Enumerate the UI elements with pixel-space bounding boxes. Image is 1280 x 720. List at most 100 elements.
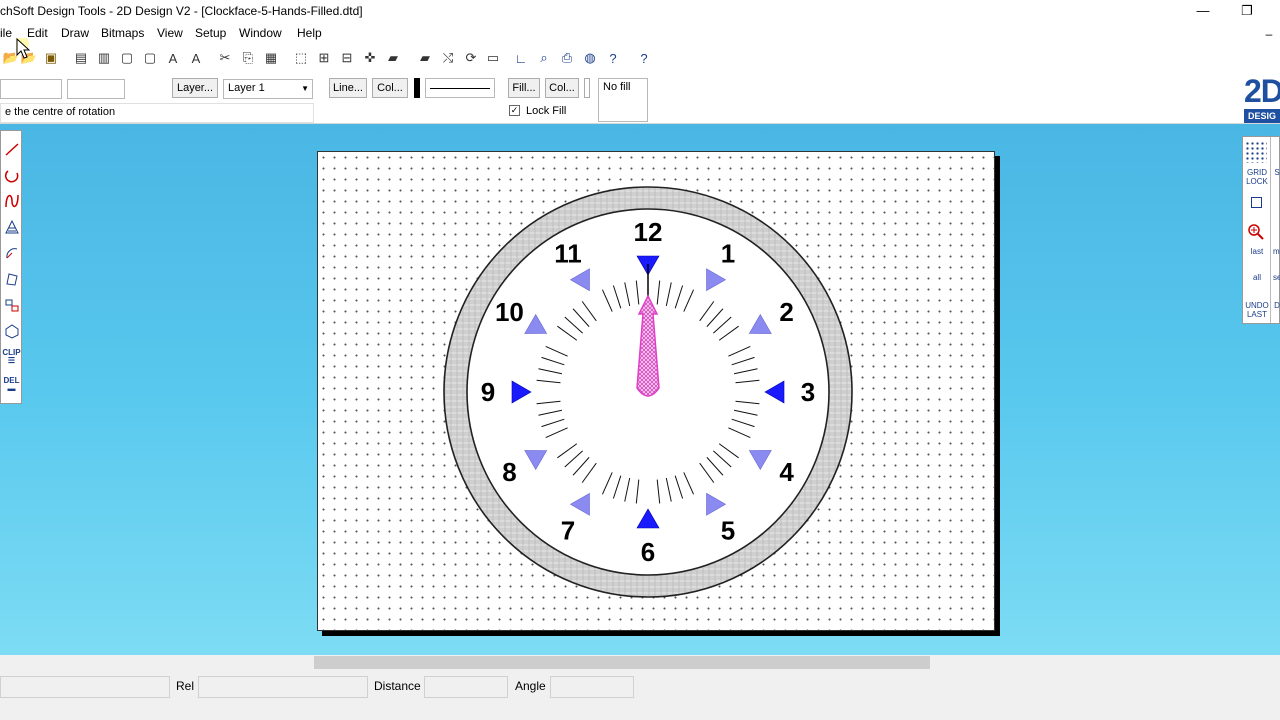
page-copy-icon[interactable]: ▢ [139, 47, 161, 69]
rectangle-view-icon[interactable]: ▭ [482, 47, 504, 69]
line-style-button[interactable]: Line... [329, 78, 367, 98]
minimize-button[interactable]: — [1180, 0, 1226, 24]
menu-view[interactable]: View [157, 26, 183, 40]
menu-help[interactable]: Help [297, 26, 322, 40]
arrange-back-icon[interactable]: ▰ [382, 47, 404, 69]
cut-icon[interactable]: ✂ [214, 47, 236, 69]
me-label[interactable]: me [1273, 247, 1280, 256]
angle-label: Angle [515, 679, 546, 693]
zoom-in-icon[interactable] [1247, 223, 1265, 241]
menu-draw[interactable]: Draw [61, 26, 89, 40]
curve-tool-icon[interactable] [2, 189, 21, 213]
transform-tool-icon[interactable] [2, 267, 21, 291]
clock-number-1: 1 [721, 238, 735, 268]
clock-number-2: 2 [779, 297, 793, 327]
paste-icon[interactable]: ▦ [260, 47, 282, 69]
page-icon[interactable]: ▢ [116, 47, 138, 69]
zoom-icon[interactable]: ⌕ [533, 47, 555, 69]
scrollbar-thumb[interactable] [314, 656, 930, 669]
clock-number-12: 12 [634, 217, 663, 247]
palette-divider [1270, 137, 1271, 323]
layer-button[interactable]: Layer... [172, 78, 218, 98]
group-icon[interactable]: ⊞ [313, 47, 335, 69]
menu-window[interactable]: Window [239, 26, 282, 40]
mouse-cursor-icon [16, 38, 30, 59]
zoom-last-label[interactable]: last [1245, 247, 1269, 256]
dropdown-arrow-icon: ▼ [301, 84, 309, 93]
delete-tool[interactable]: DEL ▬ [2, 373, 21, 397]
s-label[interactable]: S [1273, 168, 1280, 177]
center-icon[interactable]: ✜ [359, 47, 381, 69]
line-colour-swatch [414, 78, 420, 98]
rotate-icon[interactable]: ⟳ [460, 47, 482, 69]
print-setup-icon[interactable]: ▤ [70, 47, 92, 69]
3d-box-tool-icon[interactable] [2, 319, 21, 343]
angle-value-field [550, 676, 634, 698]
print-preview-icon[interactable]: ⎙ [556, 47, 578, 69]
coord-y-field[interactable] [67, 79, 125, 99]
move-tool-icon[interactable] [2, 293, 21, 317]
fill-button[interactable]: Fill... [508, 78, 540, 98]
fill-colour-button[interactable]: Col... [545, 78, 579, 98]
menu-file[interactable]: ile [0, 26, 12, 40]
coord-x-field[interactable] [0, 79, 62, 99]
left-tool-palette: CLIP ☰ DEL ▬ [0, 130, 22, 404]
circle-tool-icon[interactable] [2, 163, 21, 187]
logo-text: 2D [1244, 73, 1280, 109]
align-icon[interactable]: ⊟ [336, 47, 358, 69]
d-label[interactable]: D [1273, 301, 1280, 310]
save-icon[interactable]: ▣ [40, 47, 62, 69]
restore-button[interactable]: ❐ [1224, 0, 1270, 24]
clock-number-3: 3 [801, 377, 815, 407]
grid-lock-label[interactable]: GRID LOCK [1245, 168, 1269, 186]
copy-icon[interactable]: ⎘ [237, 47, 259, 69]
layer-select-value: Layer 1 [228, 82, 265, 94]
menu-edit[interactable]: Edit [27, 26, 48, 40]
clock-number-7: 7 [561, 516, 575, 546]
status-coordinates-field [0, 676, 170, 698]
select-icon[interactable]: ⬚ [290, 47, 312, 69]
print-icon[interactable]: ▥ [93, 47, 115, 69]
clock-number-8: 8 [502, 457, 516, 487]
clock-hand [636, 294, 660, 397]
text-icon[interactable]: A [162, 47, 184, 69]
rel-label: Rel [176, 679, 195, 693]
clock-face-drawing[interactable]: 121234567891011 [318, 152, 996, 632]
layer-select[interactable]: Layer 1 ▼ [223, 79, 313, 99]
right-tool-palette: GRID LOCK last all UNDO LAST S me se D [1242, 136, 1280, 324]
line-tool-icon[interactable] [2, 137, 21, 161]
context-help-icon[interactable]: ? [602, 47, 624, 69]
line-colour-button[interactable]: Col... [372, 78, 408, 98]
drawing-paper[interactable]: 12 1 2 3 4 5 6 7 8 9 10 11 [317, 151, 995, 631]
2d-design-logo: 2D DESIG [1244, 73, 1280, 124]
se-label[interactable]: se [1273, 273, 1280, 282]
text-style-icon[interactable]: A [185, 47, 207, 69]
undo-last-label[interactable]: UNDO LAST [1245, 301, 1269, 319]
menu-bitmaps[interactable]: Bitmaps [101, 26, 144, 40]
title-bar: chSoft Design Tools - 2D Design V2 - [Cl… [0, 0, 1280, 24]
clock-number-5: 5 [721, 516, 735, 546]
mdi-minimize-button[interactable]: – [1262, 27, 1276, 41]
grid-icon[interactable] [1245, 141, 1267, 163]
help-icon[interactable]: ? [633, 47, 655, 69]
axes-icon[interactable]: ∟ [510, 47, 532, 69]
clock-number-4: 4 [779, 457, 794, 487]
fill-preview: No fill [598, 78, 648, 122]
snap-box-icon[interactable] [1251, 197, 1262, 208]
distance-value-field [424, 676, 508, 698]
rotate-tool-icon[interactable] [2, 241, 21, 265]
menu-bar: ile Edit Draw Bitmaps View Setup Window … [0, 24, 1280, 44]
zoom-all-label[interactable]: all [1245, 273, 1269, 282]
clip-tool[interactable]: CLIP ☰ [2, 345, 21, 369]
status-bar: Rel Distance Angle [0, 671, 1280, 720]
arrange-front-icon[interactable]: ▰ [414, 47, 436, 69]
flip-icon[interactable]: ⤭ [437, 47, 459, 69]
clock-number-11: 11 [554, 238, 582, 268]
globe-icon[interactable]: ◍ [579, 47, 601, 69]
lock-fill-checkbox[interactable]: ✓ [509, 105, 520, 116]
menu-setup[interactable]: Setup [195, 26, 226, 40]
attribute-bar: Layer... Layer 1 ▼ Line... Col... Fill..… [0, 72, 1280, 124]
hatch-tool-icon[interactable] [2, 215, 21, 239]
rel-value-field [198, 676, 368, 698]
line-style-preview[interactable] [425, 78, 495, 98]
